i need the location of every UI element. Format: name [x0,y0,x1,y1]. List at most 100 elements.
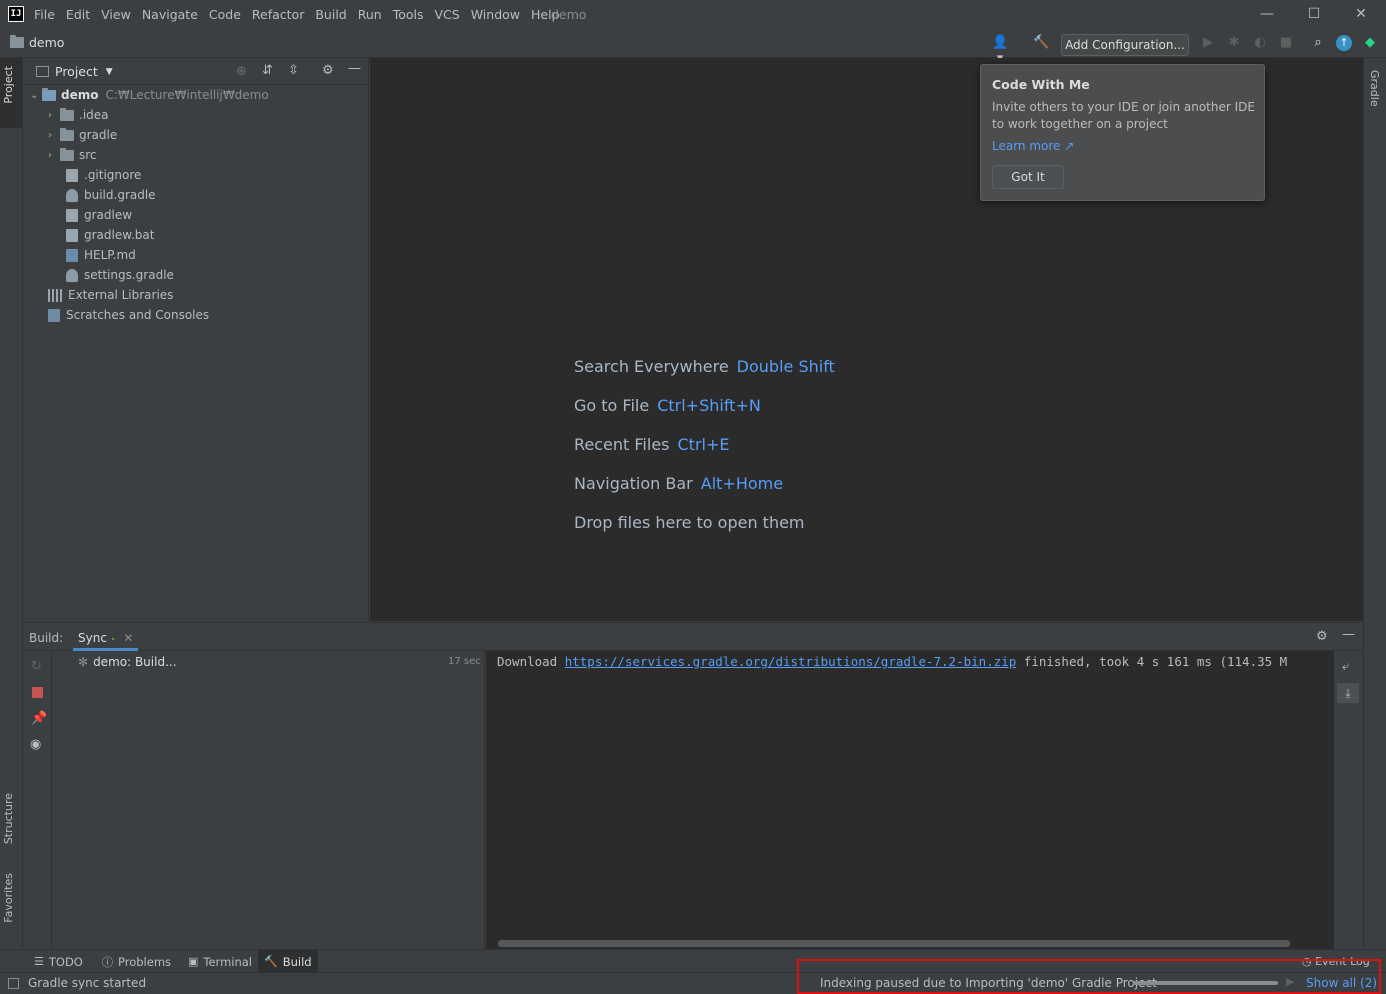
project-tool-tab[interactable]: Project [2,66,15,104]
chevron-right-icon[interactable]: › [48,110,60,121]
menu-run[interactable]: Run [358,7,382,22]
hint-shortcut: Ctrl+Shift+N [657,396,761,415]
build-label: Build: [29,631,64,645]
gradle-tool-tab[interactable]: Gradle [1368,70,1381,107]
pin-icon[interactable]: 📌 [31,711,47,726]
tree-item-help-md[interactable]: HELP.md [66,245,136,265]
chevron-right-icon[interactable]: › [48,130,60,141]
menu-refactor[interactable]: Refactor [252,7,304,22]
tab-label: Terminal [203,954,253,969]
tree-item-gradlew[interactable]: gradlew [66,205,132,225]
locate-icon[interactable]: ⊕ [236,64,247,79]
build-toolbar: ↻ 📌 ◉ [24,651,52,949]
text-file-icon [66,228,78,242]
tool-windows-toggle-icon[interactable] [8,978,19,989]
hide-panel-icon[interactable]: — [1342,627,1355,642]
hint-navigation-bar: Navigation Bar Alt+Home [574,474,783,493]
eye-icon[interactable]: ◉ [30,737,41,752]
tab-label: Problems [118,954,172,969]
tree-item-settings-gradle[interactable]: settings.gradle [66,265,174,285]
run-icon[interactable]: ▶ [1200,35,1216,51]
hint-label: Drop files here to open them [574,513,805,532]
structure-tool-tab[interactable]: Structure [2,793,15,844]
popup-text: Invite others to your IDE or join anothe… [992,100,1255,131]
tree-item-idea[interactable]: › .idea [48,105,109,125]
breadcrumb-project[interactable]: demo [29,35,64,50]
tab-sync[interactable]: Sync • ✕ [73,623,139,651]
hide-panel-icon[interactable]: — [348,61,361,76]
highlight-box [797,959,1381,994]
build-console: Download https://services.gradle.org/dis… [486,651,1334,949]
tree-label: .gitignore [84,168,142,182]
project-view-selector[interactable]: Project ▼ [36,64,113,79]
build-tool-tab[interactable]: 🔨 Build [258,950,318,973]
code-with-me-icon[interactable]: 👤▾ [992,35,1008,66]
hint-label: Navigation Bar [574,474,693,493]
build-hammer-icon[interactable]: 🔨 [1033,35,1049,51]
tree-item-scratches[interactable]: Scratches and Consoles [48,305,209,325]
update-icon[interactable]: ↑ [1336,35,1352,51]
add-configuration-button[interactable]: Add Configuration... [1061,34,1189,56]
folder-icon [60,107,74,121]
library-icon [48,288,62,302]
todo-tool-tab[interactable]: ☰ TODO [28,950,89,973]
menu-edit[interactable]: Edit [66,7,90,22]
tree-path-hint: C:₩Lecture₩intellij₩demo [105,88,269,102]
minimize-icon[interactable]: — [1252,4,1282,24]
intellij-logo-icon: IJ [8,6,24,22]
close-icon[interactable]: ✕ [1346,4,1376,24]
learn-more-link[interactable]: Learn more ↗ [992,139,1074,153]
menu-file[interactable]: File [34,7,55,22]
chevron-down-icon[interactable]: ⌄ [30,90,42,101]
chevron-down-icon[interactable]: ▼ [106,67,113,77]
scroll-to-end-icon[interactable]: ⤓ [1337,683,1359,703]
console-link[interactable]: https://services.gradle.org/distribution… [565,654,1017,669]
tree-item-gradle[interactable]: › gradle [48,125,117,145]
console-text: Download [497,654,565,669]
menu-window[interactable]: Window [471,7,520,22]
tree-item-external-libraries[interactable]: External Libraries [48,285,173,305]
coverage-icon[interactable]: ◐ [1252,35,1268,51]
search-icon[interactable]: ⌕ [1310,35,1326,51]
menu-view[interactable]: View [101,7,131,22]
gear-icon[interactable]: ⚙ [1316,629,1328,644]
debug-icon[interactable]: ✱ [1226,35,1242,51]
toolbox-icon[interactable]: ◆ [1362,35,1378,51]
tree-label: gradle [79,128,118,142]
tree-item-demo[interactable]: ⌄ demo C:₩Lecture₩intellij₩demo [30,85,269,105]
hint-shortcut: Ctrl+E [677,435,730,454]
menu-tools[interactable]: Tools [393,7,424,22]
tree-item-gitignore[interactable]: .gitignore [66,165,141,185]
tree-label: gradlew.bat [84,228,155,242]
expand-all-icon[interactable]: ⇵ [262,63,273,78]
gear-icon[interactable]: ⚙ [322,63,334,78]
stop-icon[interactable]: ■ [1278,35,1294,51]
problems-tool-tab[interactable]: ⓘ Problems [96,950,177,973]
build-tree: ✻ demo: Build... 17 sec [52,651,485,949]
chevron-right-icon[interactable]: › [48,150,60,161]
stop-icon[interactable] [32,687,43,698]
terminal-tool-tab[interactable]: ▣ Terminal [182,950,258,973]
close-tab-icon[interactable]: ✕ [123,631,133,645]
breadcrumb[interactable]: demo [10,35,64,50]
tree-item-src[interactable]: › src [48,145,97,165]
collapse-all-icon[interactable]: ⇳ [288,63,299,78]
tree-item-gradlew-bat[interactable]: gradlew.bat [66,225,154,245]
main-menu: File Edit View Navigate Code Refactor Bu… [34,0,571,29]
menu-navigate[interactable]: Navigate [142,7,198,22]
menu-code[interactable]: Code [209,7,241,22]
project-panel-title: Project [55,64,98,79]
soft-wrap-icon[interactable]: ⤶ [1342,659,1349,674]
build-tree-item[interactable]: ✻ demo: Build... [78,655,177,669]
favorites-tool-tab[interactable]: Favorites [2,873,15,923]
menu-vcs[interactable]: VCS [435,7,460,22]
got-it-button[interactable]: Got It [992,165,1064,189]
tab-label: TODO [48,954,83,969]
tree-item-build-gradle[interactable]: build.gradle [66,185,156,205]
rerun-icon[interactable]: ↻ [31,659,42,674]
maximize-icon[interactable]: ☐ [1299,4,1329,24]
console-toolbar: ⤶ ⤓ [1335,651,1363,949]
menu-build[interactable]: Build [315,7,346,22]
horizontal-scrollbar[interactable] [498,940,1290,947]
tree-label: build.gradle [84,188,156,202]
